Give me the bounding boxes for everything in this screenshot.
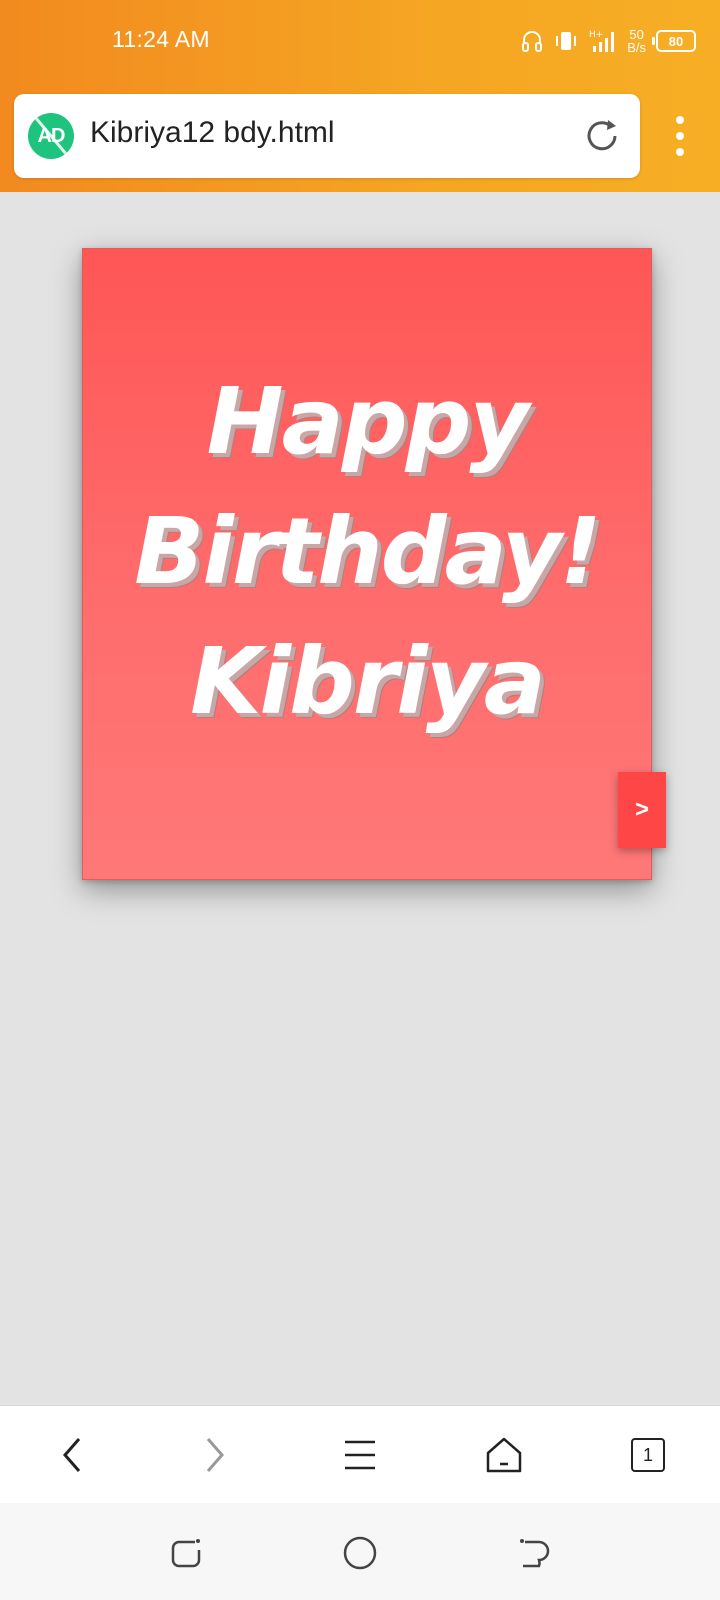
birthday-message: Happy Birthday! Kibriya [83,357,651,747]
forward-icon [206,1438,224,1472]
birthday-card: Happy Birthday! Kibriya [82,248,652,880]
browser-header: 11:24 AM H+ 50 B/s 80 AD Kibriya12 bdy.h… [0,0,720,192]
battery-level: 80 [668,33,684,49]
home-button[interactable] [472,1423,536,1487]
headphones-icon [522,31,543,52]
back-button[interactable] [40,1423,104,1487]
status-bar: 11:24 AM H+ 50 B/s 80 [0,0,720,84]
status-time: 11:24 AM [112,26,210,52]
web-content: Happy Birthday! Kibriya > [0,192,720,1405]
back-arrow-icon [520,1539,550,1568]
address-bar[interactable]: AD Kibriya12 bdy.html [14,94,640,178]
browser-toolbar: 1 [0,1405,720,1503]
menu-dot [676,132,684,140]
next-page-button[interactable]: > [618,772,666,848]
message-line-2: Birthday! [134,498,602,605]
battery-icon: 80 [652,30,696,52]
menu-dot [676,148,684,156]
recents-icon [171,1539,201,1568]
adblock-badge-text: AD [37,124,66,147]
browser-app: 11:24 AM H+ 50 B/s 80 AD Kibriya12 bdy.h… [0,0,720,1600]
system-back-button[interactable] [508,1527,560,1579]
home-circle-icon [343,1536,377,1570]
menu-button[interactable] [328,1423,392,1487]
net-speed-unit: B/s [627,40,646,55]
forward-button[interactable] [183,1423,247,1487]
status-icons: H+ 50 B/s 80 [521,24,696,58]
adblock-icon[interactable]: AD [28,113,74,159]
message-line-3: Kibriya [190,628,546,735]
svg-text:H+: H+ [589,30,603,40]
home-icon [486,1437,522,1473]
tab-count: 1 [642,1444,653,1465]
net-speed: 50 B/s [627,28,646,54]
url-text[interactable]: Kibriya12 bdy.html [90,116,335,150]
system-nav-bar [0,1503,720,1600]
tabs-button[interactable]: 1 [616,1423,680,1487]
message-line-1: Happy [206,368,530,475]
overflow-menu-button[interactable] [660,110,700,162]
signal-icon: H+ [589,30,615,52]
reload-icon [587,120,617,151]
recents-button[interactable] [160,1527,212,1579]
reload-button[interactable] [578,112,626,160]
vibrate-icon [556,32,577,50]
tabs-icon: 1 [631,1438,665,1472]
back-icon [63,1438,81,1472]
menu-dot [676,116,684,124]
menu-lines-icon [345,1440,375,1470]
system-home-button[interactable] [334,1527,386,1579]
